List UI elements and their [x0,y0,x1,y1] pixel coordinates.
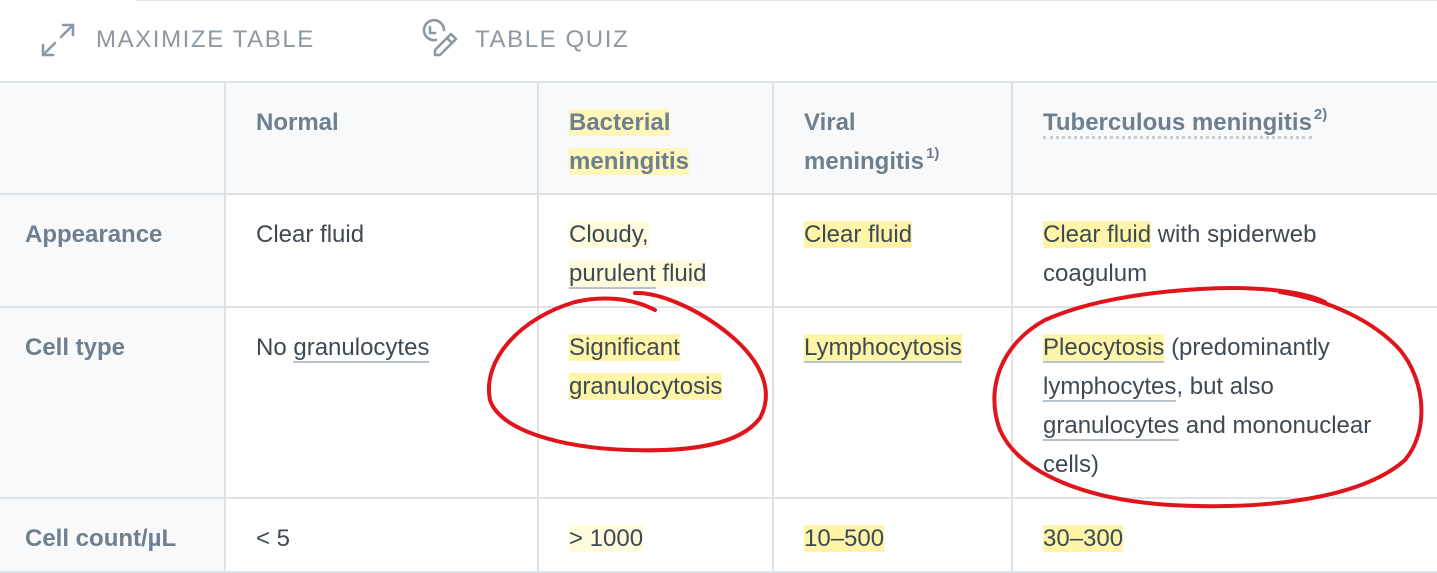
cell-type-viral: Lymphocytosis [772,306,1013,499]
purulent-link[interactable]: purulent [569,260,656,289]
cell-appearance-bacterial: Cloudy, purulent fluid [537,193,774,308]
quiz-pencil-icon [422,19,458,57]
appearance-bacterial-text-c: fluid [655,260,707,287]
header-bacterial-link[interactable]: Bacterial meningitis [569,109,690,175]
appearance-bacterial-text-a: Cloudy, [569,221,649,248]
cell-count-viral: 10–500 [772,497,1013,573]
appearance-tb-highlight: Clear fluid [1043,221,1152,248]
header-tuberculous-link[interactable]: Tuberculous meningitis [1043,109,1312,139]
pleocytosis-link[interactable]: Pleocytosis [1043,334,1165,363]
header-viral-text: Viral meningitis [804,109,925,175]
cell-appearance-tuberculous: Clear fluid with spiderweb coagulum [1011,193,1437,308]
header-tuberculous: Tuberculous meningitis 2) [1011,81,1437,195]
header-normal: Normal [224,81,539,195]
lymphocytosis-link[interactable]: Lymphocytosis [804,334,962,363]
table-quiz-button[interactable]: TABLE QUIZ [417,18,629,62]
header-viral: Viral meningitis 1) [772,81,1013,195]
cell-appearance-normal: Clear fluid [224,193,539,308]
appearance-viral-highlight: Clear fluid [804,221,913,248]
lymphocytes-link[interactable]: lymphocytes [1043,373,1177,402]
cell-type-tb-text-d: , but also [1176,373,1274,400]
table-header-row: Normal Bacterial meningitis Viral mening… [0,81,1437,195]
cell-type-bacterial-text-a: Significant [569,334,680,361]
row-label-cell-count: Cell count/µL [0,497,226,573]
granulocytes-link-tb[interactable]: granulocytes [1043,412,1180,441]
cell-appearance-viral: Clear fluid [772,193,1013,308]
cell-count-normal: < 5 [224,497,539,573]
footnote-1[interactable]: 1) [926,145,939,162]
cell-type-tb-text-b: (predominantly [1171,334,1330,361]
table-toolbar: MAXIMIZE TABLE TABLE QUIZ [0,0,1437,81]
cell-count-bacterial: > 1000 [537,497,774,573]
csf-findings-table: Normal Bacterial meningitis Viral mening… [0,81,1437,573]
maximize-table-label: MAXIMIZE TABLE [96,26,315,53]
header-normal-text: Normal [256,109,339,136]
expand-icon [41,23,75,57]
table-row: Appearance Clear fluid Cloudy, purulent f… [0,193,1437,308]
cell-type-bacterial-text-b: granulocytosis [569,373,723,400]
row-label-appearance: Appearance [0,193,226,308]
cell-type-tuberculous: Pleocytosis (predominantly lymphocytes, b… [1011,306,1437,499]
cell-count-bacterial-value: > 1000 [569,525,644,552]
cell-count-tb-value: 30–300 [1043,525,1124,552]
header-empty-cell [0,81,226,195]
table-row: Cell type No granulocytes Significant gra… [0,306,1437,499]
cell-count-tuberculous: 30–300 [1011,497,1437,573]
appearance-bacterial-text-c-inner: fluid [662,260,707,287]
row-label-cell-type: Cell type [0,306,226,499]
granulocytes-link[interactable]: granulocytes [293,334,430,363]
table-quiz-label: TABLE QUIZ [475,26,630,53]
cell-type-bacterial: Significant granulocytosis [537,306,774,499]
table-row: Cell count/µL < 5 > 1000 10–500 30–300 [0,497,1437,573]
maximize-table-button[interactable]: MAXIMIZE TABLE [40,18,315,62]
header-bacterial: Bacterial meningitis [537,81,774,195]
cell-count-viral-value: 10–500 [804,525,885,552]
footnote-2[interactable]: 2) [1314,106,1327,123]
cell-type-normal: No granulocytes [224,306,539,499]
cell-type-normal-text-a: No [256,334,287,361]
